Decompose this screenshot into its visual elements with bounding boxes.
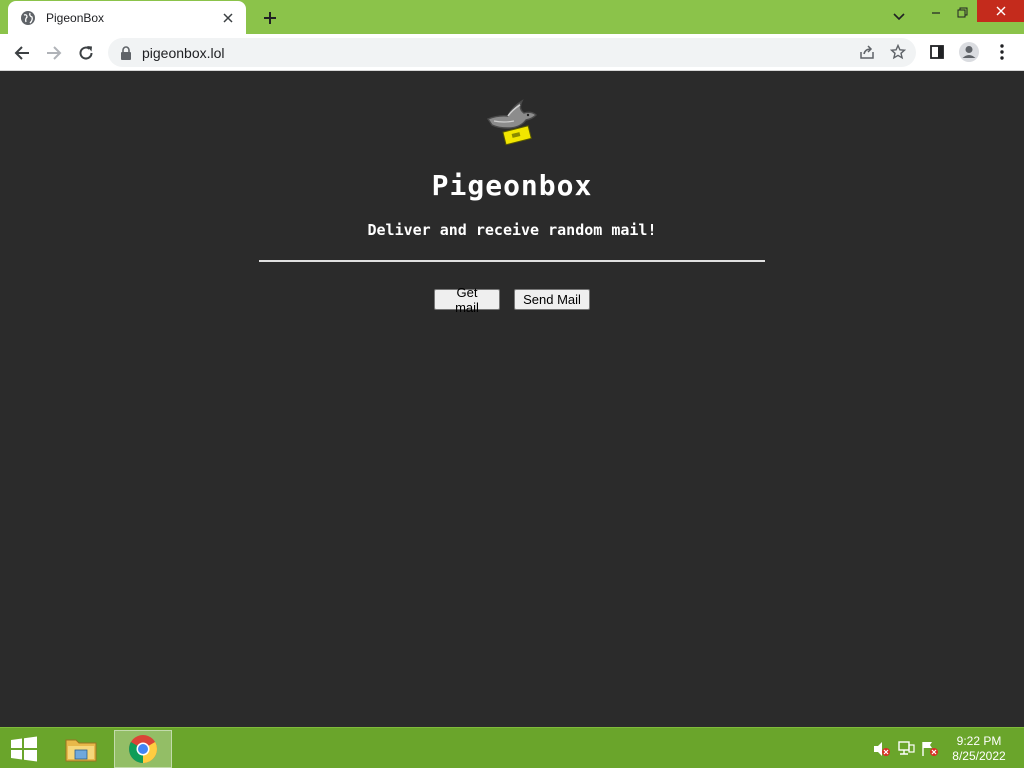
profile-avatar-icon[interactable] <box>958 41 980 63</box>
close-window-button[interactable] <box>977 0 1024 22</box>
url-text: pigeonbox.lol <box>142 44 225 61</box>
tab-search-chevron-icon[interactable] <box>884 5 914 29</box>
windows-taskbar: 9:22 PM 8/25/2022 <box>0 727 1024 768</box>
back-arrow-icon[interactable] <box>8 39 36 67</box>
bookmark-star-icon[interactable] <box>887 41 909 63</box>
send-mail-button[interactable]: Send Mail <box>514 289 590 310</box>
address-bar[interactable]: pigeonbox.lol <box>108 38 916 67</box>
windows-start-icon[interactable] <box>10 736 38 762</box>
tagline: Deliver and receive random mail! <box>367 221 657 239</box>
forward-arrow-icon[interactable] <box>40 39 68 67</box>
restore-window-icon[interactable] <box>948 0 976 24</box>
globe-icon <box>20 10 36 26</box>
minimize-window-icon[interactable] <box>922 0 950 24</box>
browser-tab-pigeonbox[interactable]: PigeonBox <box>8 1 246 34</box>
clock-time: 9:22 PM <box>956 734 1002 748</box>
clock-date: 8/25/2022 <box>952 749 1006 763</box>
close-tab-icon[interactable] <box>220 10 236 26</box>
close-icon <box>996 6 1005 16</box>
system-clock[interactable]: 9:22 PM 8/25/2022 <box>946 734 1012 764</box>
new-tab-icon[interactable] <box>258 6 282 30</box>
pigeon-with-letter-icon <box>484 95 540 149</box>
network-icon[interactable] <box>897 741 915 757</box>
side-panel-icon[interactable] <box>926 41 948 63</box>
browser-tabstrip: PigeonBox <box>0 0 1024 34</box>
browser-toolbar: pigeonbox.lol <box>0 34 1024 71</box>
page-content: Pigeonbox Deliver and receive random mai… <box>0 71 1024 727</box>
tab-title: PigeonBox <box>46 10 105 25</box>
reload-icon[interactable] <box>72 39 100 67</box>
lock-icon[interactable] <box>120 45 132 60</box>
page-title: Pigeonbox <box>431 169 593 202</box>
share-icon[interactable] <box>856 41 878 63</box>
kebab-menu-icon[interactable] <box>991 41 1013 63</box>
get-mail-button[interactable]: Get mail <box>434 285 500 315</box>
chrome-taskbar-icon[interactable] <box>114 730 172 768</box>
file-explorer-icon[interactable] <box>52 730 110 768</box>
action-center-flag-icon[interactable] <box>921 741 939 757</box>
speaker-muted-icon[interactable] <box>873 741 891 757</box>
divider <box>259 260 765 262</box>
